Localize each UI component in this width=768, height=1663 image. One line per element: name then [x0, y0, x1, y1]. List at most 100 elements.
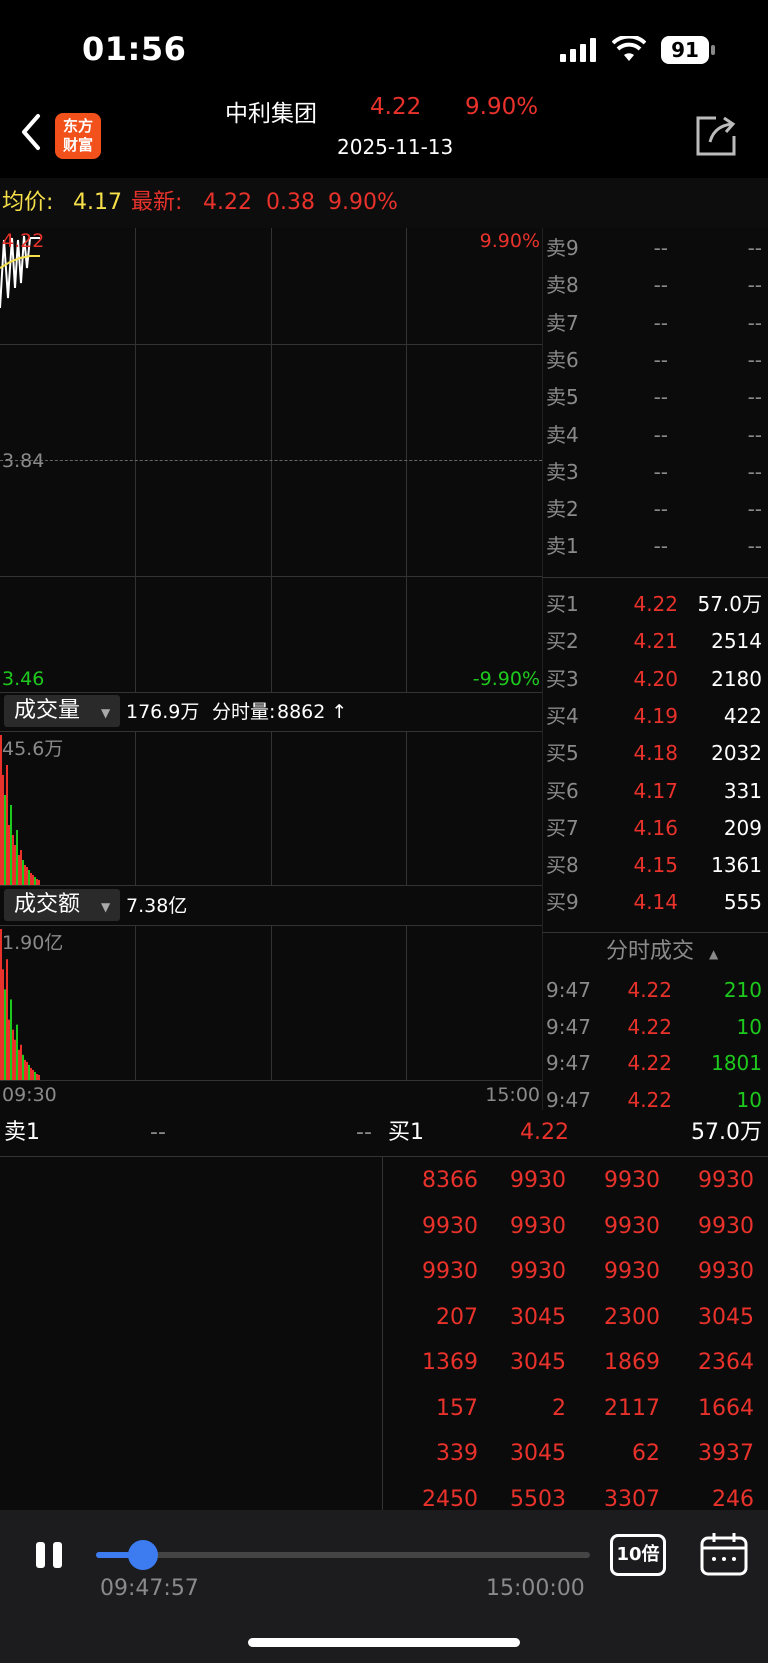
ticks-title-button[interactable]: 分时成交 ▲ — [606, 934, 718, 972]
bid-row: 买1 4.22 57.0万 — [546, 586, 764, 622]
avg-label: 均价: — [2, 190, 54, 215]
dropdown-arrow-icon: ▼ — [101, 706, 111, 720]
volume-bar — [2, 775, 4, 885]
bid-row: 买5 4.18 2032 — [546, 735, 764, 771]
bid-level-label: 买7 — [546, 815, 579, 840]
intraday-chart[interactable]: 4.22 9.90% 3.84 3.46 -9.90% 成交量 ▼ 176.9万… — [0, 228, 542, 1110]
tick-volume: 10 — [736, 1014, 762, 1039]
latest-label: 最新: — [131, 190, 183, 215]
bid-volume: 1361 — [711, 853, 762, 878]
grid-line — [406, 731, 407, 885]
volume-bar — [2, 969, 4, 1080]
queue-order-volume: 3045 — [510, 1441, 566, 1466]
queue-order-volume: 5503 — [510, 1486, 566, 1512]
ask-level-label: 卖5 — [546, 385, 579, 410]
calendar-icon[interactable] — [700, 1532, 748, 1580]
progress-track[interactable] — [96, 1540, 590, 1570]
ask-price: -- — [653, 459, 668, 484]
amount-indicator-label: 成交额 — [14, 892, 81, 917]
app-logo[interactable]: 东方 财富 — [55, 113, 101, 159]
queue-header: 卖1 -- -- 买1 4.22 57.0万 — [0, 1110, 768, 1157]
volume-bar — [4, 795, 6, 885]
status-time: 01:56 — [82, 30, 187, 68]
queue-bid-price: 4.22 — [520, 1120, 569, 1145]
volume-bar — [4, 989, 6, 1080]
bid-volume: 2180 — [711, 666, 762, 691]
tick-time: 9:47 — [546, 1051, 591, 1075]
queue-order-volume: 157 — [436, 1395, 478, 1421]
bid-level-label: 买1 — [546, 592, 579, 616]
bid-price: 4.14 — [633, 890, 678, 915]
bid-level-label: 买9 — [546, 890, 579, 915]
share-icon[interactable] — [694, 114, 738, 162]
latest-pct: 9.90% — [328, 190, 398, 215]
ask-volume: -- — [747, 534, 762, 559]
current-time: 09:47:57 — [100, 1576, 199, 1601]
ask-price: -- — [653, 236, 668, 260]
amount-bars-svg — [0, 929, 40, 1080]
queue-order-volume: 1869 — [604, 1350, 660, 1375]
volume-bar — [14, 1039, 16, 1080]
bid-price: 4.18 — [633, 741, 678, 766]
ask-volume: -- — [747, 422, 762, 447]
caret-up-icon: ▲ — [709, 947, 719, 961]
tick-price: 4.22 — [627, 1051, 672, 1075]
ticks-title: 分时成交 — [606, 939, 695, 964]
volume-bar — [6, 959, 8, 1080]
bid-price: 4.21 — [633, 629, 678, 654]
bid-volume: 2514 — [711, 629, 762, 654]
volume-bar — [26, 867, 28, 885]
volume-bar — [6, 765, 8, 885]
volume-bar — [16, 830, 18, 885]
bid-level-label: 买2 — [546, 629, 579, 654]
time-start-label: 09:30 — [2, 1084, 57, 1106]
volume-indicator-select[interactable]: 成交量 ▼ — [4, 695, 121, 727]
bid-price: 4.15 — [633, 853, 678, 878]
bid-volume: 331 — [723, 778, 762, 803]
volume-bar — [22, 860, 24, 885]
back-button[interactable] — [18, 112, 44, 156]
ask-price: -- — [653, 385, 668, 410]
grid-line — [135, 731, 136, 885]
bid-volume: 209 — [723, 815, 762, 840]
queue-bid-label: 买1 — [388, 1120, 424, 1145]
ask-level-label: 卖1 — [546, 534, 579, 559]
queue-order-volume: 2364 — [698, 1350, 754, 1375]
bid-level-label: 买3 — [546, 666, 579, 691]
tick-row: 9:47 4.22 10 — [546, 1009, 764, 1045]
queue-order-volume: 3307 — [604, 1486, 660, 1512]
bid-volume: 2032 — [711, 741, 762, 766]
queue-order-volume: 2300 — [604, 1304, 660, 1330]
volume-bar — [36, 879, 38, 885]
volume-bar — [36, 1073, 38, 1080]
bid-row: 买2 4.21 2514 — [546, 623, 764, 659]
amount-total: 7.38亿 — [126, 895, 188, 917]
bid-level-label: 买8 — [546, 853, 579, 878]
tick-time: 9:47 — [546, 978, 591, 1002]
queue-order-volume: 2117 — [604, 1395, 660, 1421]
battery-tip — [711, 45, 715, 55]
amount-indicator-select[interactable]: 成交额 ▼ — [4, 889, 121, 921]
pause-button[interactable] — [36, 1540, 64, 1574]
queue-order-volume: 3937 — [698, 1441, 754, 1466]
ask-volume: -- — [747, 273, 762, 298]
battery-level: 91 — [671, 38, 699, 62]
bid-level-label: 买4 — [546, 703, 579, 728]
logo-text-bottom: 财富 — [62, 136, 93, 154]
tick-volume: 210 — [723, 978, 762, 1002]
pct-high-label: 9.90% — [479, 230, 540, 252]
ask-level-label: 卖6 — [546, 347, 579, 372]
queue-order-volume: 62 — [632, 1441, 660, 1466]
volume-bar — [32, 875, 34, 885]
volume-bar — [18, 855, 20, 885]
bid-row: 买6 4.17 331 — [546, 773, 764, 809]
bid-row: 买3 4.20 2180 — [546, 661, 764, 697]
ask-row: 卖5 -- -- — [546, 379, 764, 415]
speed-button[interactable]: 10倍 — [610, 1534, 666, 1576]
queue-order-volume: 246 — [712, 1486, 754, 1512]
volume-bar — [8, 825, 10, 885]
volume-bar — [38, 1074, 40, 1080]
progress-knob[interactable] — [127, 1540, 158, 1570]
ask-volume: -- — [747, 347, 762, 372]
volume-header: 成交量 ▼ 176.9万 分时量: 8862 ↑ — [0, 693, 542, 731]
